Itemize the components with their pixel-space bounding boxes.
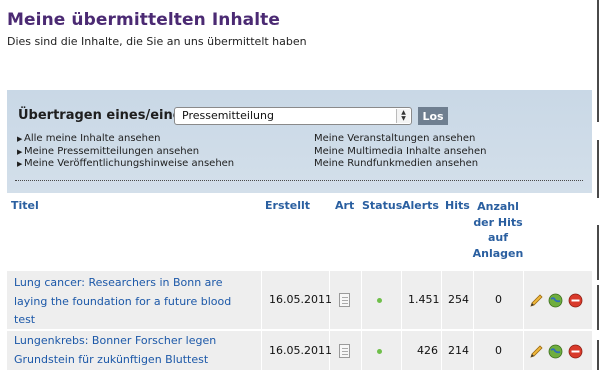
- globe-icon[interactable]: [548, 344, 563, 359]
- cell-divider: [261, 271, 262, 329]
- links-left: ▶ Alle meine Inhalte ansehen ▶ Meine Press…: [17, 133, 234, 171]
- frame-bar: [597, 225, 599, 280]
- cell-divider: [523, 271, 524, 329]
- cell-divider: [473, 271, 474, 329]
- right-edge-frame: [597, 0, 605, 370]
- document-icon: [339, 293, 350, 307]
- cell-divider: [441, 271, 442, 329]
- submit-panel: Übertragen eines/einer Pressemitteilung …: [7, 90, 592, 193]
- content-type-select-value: Pressemitteilung: [182, 109, 274, 122]
- frame-bar: [597, 140, 599, 198]
- content-type-select[interactable]: Pressemitteilung ▲ ▼: [174, 107, 412, 125]
- globe-icon[interactable]: [548, 293, 563, 308]
- link-all-content[interactable]: ▶ Alle meine Inhalte ansehen: [17, 133, 234, 146]
- bullet-arrow-icon: ▶: [17, 135, 23, 143]
- row-date: 16.05.2011: [269, 344, 332, 357]
- cell-divider: [361, 271, 362, 329]
- row-anlagen-hits: 0: [495, 293, 502, 306]
- row-title-link[interactable]: Lung cancer: Researchers in Bonn are lay…: [14, 274, 254, 330]
- table-row: Lungenkrebs: Bonner Forscher legen Grund…: [7, 331, 592, 370]
- col-header-alerts[interactable]: Alerts: [402, 199, 439, 212]
- col-header-status[interactable]: Status: [362, 199, 402, 212]
- bullet-arrow-icon: ▶: [17, 160, 23, 168]
- links-right: Meine Veranstaltungen ansehen Meine Mult…: [314, 133, 486, 171]
- status-dot-icon: [377, 349, 382, 354]
- select-arrows-icon: ▲ ▼: [396, 109, 410, 123]
- cell-divider: [523, 331, 524, 370]
- cell-divider: [401, 331, 402, 370]
- panel-divider: [15, 180, 583, 181]
- frame-bar: [597, 340, 599, 370]
- link-broadcast-media[interactable]: Meine Rundfunkmedien ansehen: [314, 158, 486, 171]
- col-header-anzahl-hits-anlagen[interactable]: Anzahl der Hits auf Anlagen: [470, 199, 526, 261]
- row-hits: 254: [448, 293, 469, 306]
- cell-divider: [261, 331, 262, 370]
- frame-bar: [597, 0, 599, 122]
- status-dot-icon: [377, 298, 382, 303]
- row-hits: 214: [448, 344, 469, 357]
- link-press-releases[interactable]: ▶ Meine Pressemitteilungen ansehen: [17, 146, 234, 159]
- row-date: 16.05.2011: [269, 293, 332, 306]
- link-events[interactable]: Meine Veranstaltungen ansehen: [314, 133, 486, 146]
- col-header-art[interactable]: Art: [335, 199, 354, 212]
- frame-bar: [597, 285, 599, 330]
- link-multimedia[interactable]: Meine Multimedia Inhalte ansehen: [314, 146, 486, 159]
- delete-icon[interactable]: [568, 344, 583, 359]
- page-title: Meine übermittelten Inhalte: [7, 10, 281, 30]
- cell-divider: [361, 331, 362, 370]
- cell-divider: [473, 331, 474, 370]
- document-icon: [339, 344, 350, 358]
- delete-icon[interactable]: [568, 293, 583, 308]
- col-header-hits[interactable]: Hits: [445, 199, 470, 212]
- row-title-link[interactable]: Lungenkrebs: Bonner Forscher legen Grund…: [14, 332, 254, 369]
- pencil-icon[interactable]: [529, 293, 544, 308]
- row-alerts: 426: [417, 344, 438, 357]
- table-row: Lung cancer: Researchers in Bonn are lay…: [7, 271, 592, 329]
- row-anlagen-hits: 0: [495, 344, 502, 357]
- submit-type-label: Übertragen eines/einer: [18, 108, 188, 123]
- col-header-erstellt[interactable]: Erstellt: [265, 199, 310, 212]
- bullet-arrow-icon: ▶: [17, 147, 23, 156]
- col-header-titel[interactable]: Titel: [11, 199, 39, 212]
- cell-divider: [401, 271, 402, 329]
- page-subtitle: Dies sind die Inhalte, die Sie an uns üb…: [7, 35, 307, 48]
- pencil-icon[interactable]: [529, 344, 544, 359]
- go-button[interactable]: Los: [418, 107, 448, 125]
- link-publication-notices[interactable]: ▶ Meine Veröffentlichungshinweise ansehen: [17, 158, 234, 171]
- row-alerts: 1.451: [408, 293, 440, 306]
- cell-divider: [441, 331, 442, 370]
